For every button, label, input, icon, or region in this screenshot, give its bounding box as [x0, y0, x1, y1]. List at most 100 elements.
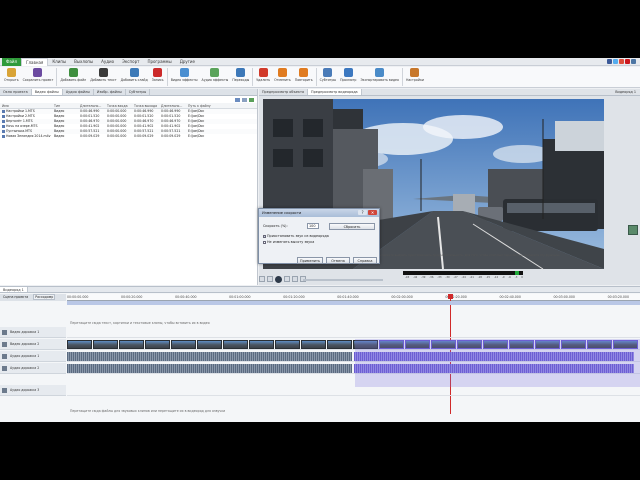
column-header[interactable]: Точка входа [105, 103, 132, 108]
library-tab-4[interactable]: Субтитры [126, 89, 151, 95]
library-tab-0[interactable]: Окно проекта [0, 89, 32, 95]
library-tab-1[interactable]: Видео файлы [31, 89, 63, 95]
mute-checkbox[interactable] [263, 234, 266, 238]
pitch-checkbox[interactable] [263, 240, 266, 244]
track-visibility-icon[interactable] [2, 354, 7, 359]
toolbar-button-12[interactable]: Субтитры [318, 67, 338, 82]
toolbar-button-7[interactable]: Аудио эффекты [200, 67, 231, 82]
playhead-handle[interactable] [448, 294, 453, 299]
menu-item-6[interactable]: Программы [143, 58, 175, 66]
toolbar-button-label: Отменить [274, 78, 291, 82]
toolbar-button-2[interactable]: Добавить файл [58, 67, 88, 82]
toolbar-button-5[interactable]: Запись [150, 67, 166, 82]
toolbar-button-13[interactable]: Просмотр [338, 67, 358, 82]
menu-item-2[interactable]: Клипы [48, 58, 70, 66]
toolbar-button-11[interactable]: Повторить [293, 67, 315, 82]
level-label: -6 [508, 276, 511, 279]
track-visibility-icon[interactable] [2, 388, 7, 393]
tab-sequence-1[interactable]: Видеоряд 1 [0, 287, 28, 292]
menu-item-3[interactable]: Выхлопы [70, 58, 97, 66]
option-pitch[interactable]: Не изменять высоту звука [263, 240, 314, 244]
menu-item-0[interactable]: Файл [2, 58, 22, 66]
toolbar-button-15[interactable]: Настройки [404, 67, 426, 82]
column-header[interactable]: Путь к файлу [186, 103, 226, 108]
audio-clip[interactable] [67, 352, 352, 361]
toolbar-button-label: Субтитры [319, 78, 337, 82]
scene-subtitle[interactable]: Расходомр [33, 294, 56, 300]
menu-item-5[interactable]: Экспорт [118, 58, 143, 66]
ruler-tick: 00:00:00.000 [67, 295, 89, 299]
youtube-icon[interactable] [625, 59, 630, 64]
column-header[interactable]: Тип [52, 103, 78, 108]
view-details-icon[interactable] [249, 98, 254, 102]
toolbar-button-14[interactable]: Экспортировать видео [358, 67, 401, 82]
toolbar-button-3[interactable]: Добавить текст [88, 67, 118, 82]
option-mute-label: Приостановить звук из видеоряда [267, 234, 329, 238]
audio-clip[interactable] [67, 364, 352, 373]
level-label: -24 [461, 276, 466, 279]
media-library-panel: Окно проекта Видео файлы Аудио файлы Изобр.… [0, 89, 258, 285]
facebook-icon[interactable] [607, 59, 612, 64]
file-cell: Видео [54, 134, 65, 138]
column-header[interactable]: Длительно... [159, 103, 186, 108]
video-file-icon [2, 109, 5, 113]
preview-tab-1[interactable]: Предпросмотр видеоряда [308, 89, 362, 95]
step-forward-icon[interactable] [292, 276, 298, 282]
vk-icon[interactable] [631, 59, 636, 64]
view-grid-icon[interactable] [242, 98, 247, 102]
reset-button[interactable]: Сбросить [329, 223, 375, 230]
undo-icon [277, 68, 287, 77]
track-visibility-icon[interactable] [2, 342, 7, 347]
library-tab-3[interactable]: Изобр. файлы [94, 89, 126, 95]
library-tabs: Окно проекта Видео файлы Аудио файлы Изобр.… [0, 89, 257, 96]
google-plus-icon[interactable] [619, 59, 624, 64]
track-visibility-icon[interactable] [2, 366, 7, 371]
menu-item-7[interactable]: Другие [176, 58, 199, 66]
text-icon [98, 68, 108, 77]
cancel-button[interactable]: Отмена [326, 257, 350, 264]
grid-view-icon[interactable] [628, 225, 638, 235]
play-icon[interactable] [275, 276, 282, 283]
toolbar-button-label: Повторить [294, 78, 313, 82]
view-list-icon[interactable] [235, 98, 240, 102]
menu-item-4[interactable]: Аудио [97, 58, 118, 66]
preview-tab-0[interactable]: Предпросмотр объекта [259, 89, 309, 95]
toolbar-button-6[interactable]: Видео эффекты [169, 67, 200, 82]
toolbar-button-8[interactable]: Переходы [230, 67, 251, 82]
help-button[interactable]: Справка [353, 257, 377, 264]
column-header[interactable]: Точка выхода [132, 103, 159, 108]
step-back-icon[interactable] [267, 276, 273, 282]
toolbar-button-9[interactable]: Удалить [254, 67, 272, 82]
add-file-icon [68, 68, 78, 77]
toolbar-button-0[interactable]: Открыть [2, 67, 21, 82]
track-visibility-icon[interactable] [2, 330, 7, 335]
playback-scrubber[interactable] [303, 279, 383, 281]
file-cell: 0:00:09.029 [134, 134, 154, 138]
record-icon [153, 68, 163, 77]
level-label: -42 [413, 276, 418, 279]
dialog-title: Изменение скорости [262, 211, 302, 215]
stop-icon[interactable] [284, 276, 290, 282]
ok-button[interactable]: Применить [297, 257, 323, 264]
toolbar-button-10[interactable]: Отменить [272, 67, 293, 82]
toolbar-button-label: Удалить [256, 78, 271, 82]
toolbar-button-1[interactable]: Сохранить проект [21, 67, 56, 82]
column-header[interactable]: Длительно... [78, 103, 105, 108]
column-header[interactable]: Имя [0, 103, 52, 108]
video-thumbnail [171, 340, 196, 349]
go-start-icon[interactable] [259, 276, 265, 282]
twitter-icon[interactable] [613, 59, 618, 64]
track-area[interactable] [67, 327, 640, 338]
library-tab-2[interactable]: Аудио файлы [63, 89, 94, 95]
toolbar-button-4[interactable]: Добавить слайд [119, 67, 150, 82]
close-icon[interactable]: ✕ [368, 210, 377, 215]
file-row[interactable]: Новая Зеландия 2014.m4v Видео 0:00:09.029 0… [0, 134, 257, 139]
minimize-icon[interactable]: ? [358, 210, 367, 215]
speed-input[interactable]: 100 [307, 223, 319, 229]
text-track-hint: Перетащите сюда текст, картинки и тексто… [70, 321, 210, 325]
timeline-ruler[interactable]: 00:00:00.000 00:00:20.000 00:00:40.000 00:0… [67, 294, 640, 301]
menu-item-1[interactable]: Главная [21, 58, 49, 66]
option-mute[interactable]: Приостановить звук из видеоряда [263, 234, 329, 238]
toolbar-button-label: Добавить слайд [120, 78, 148, 82]
level-label: -33 [437, 276, 442, 279]
